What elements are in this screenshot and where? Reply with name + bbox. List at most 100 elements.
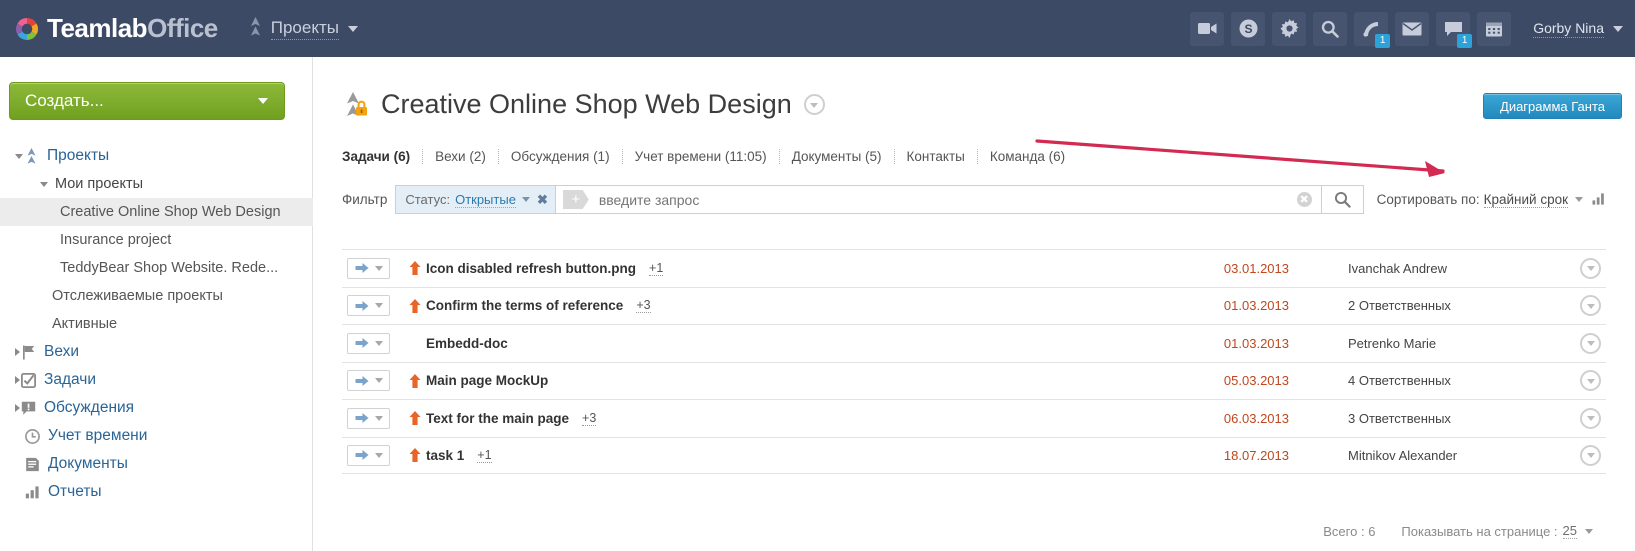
task-actions-button[interactable] (1580, 370, 1601, 392)
triangle-down-icon[interactable] (15, 153, 23, 159)
tab-milestones[interactable]: Вехи (2) (423, 149, 498, 164)
arrow-right-icon (355, 450, 368, 461)
user-name: Gorby Nina (1533, 19, 1604, 38)
projects-icon (23, 148, 40, 164)
sidebar-item-reports[interactable]: Отчеты (0, 478, 313, 506)
chevron-down-icon[interactable] (1585, 528, 1593, 534)
chevron-down-icon[interactable] (1575, 197, 1583, 202)
task-subtask-count[interactable]: +1 (477, 448, 492, 463)
task-subtask-count[interactable]: +1 (649, 261, 664, 276)
chevron-down-icon[interactable] (374, 415, 383, 421)
task-due-date: 06.03.2013 (1223, 410, 1289, 426)
sidebar-item-projects[interactable]: Проекты (0, 142, 313, 170)
tab-team[interactable]: Команда (6) (978, 149, 1077, 164)
gear-icon[interactable] (1272, 11, 1307, 46)
chevron-down-icon[interactable] (521, 197, 530, 202)
task-status-button[interactable] (347, 370, 390, 392)
task-title[interactable]: Embedd-doc (426, 336, 508, 351)
sidebar-item-teddybear-shop[interactable]: TeddyBear Shop Website. Rede... (0, 254, 313, 282)
money-icon[interactable]: S (1231, 11, 1266, 46)
triangle-down-icon[interactable] (40, 181, 48, 187)
task-subtask-count[interactable]: +3 (582, 411, 597, 426)
tab-time-tracking[interactable]: Учет времени (11:05) (623, 149, 779, 164)
chat-icon[interactable]: 1 (1436, 11, 1473, 48)
table-row[interactable]: Embedd-doc 01.03.2013 Petrenko Marie (342, 324, 1606, 362)
sort-order-icon[interactable] (1592, 192, 1606, 208)
chevron-down-icon[interactable] (374, 303, 383, 309)
flag-icon (20, 345, 37, 360)
header-icon-group: S 1 1 Gorby Nina (1183, 11, 1623, 48)
chevron-down-icon[interactable] (374, 265, 383, 271)
feed-badge: 1 (1375, 33, 1391, 48)
task-title[interactable]: Main page MockUp (426, 373, 548, 388)
sidebar-item-milestones[interactable]: Вехи (0, 338, 313, 366)
filter-label: Фильтр (342, 192, 388, 207)
sort-value[interactable]: Крайний срок (1483, 192, 1568, 208)
search-input[interactable] (588, 191, 1297, 208)
chevron-down-icon[interactable] (374, 340, 383, 346)
search-button[interactable] (1320, 186, 1363, 213)
task-actions-button[interactable] (1580, 407, 1601, 429)
task-status-button[interactable] (347, 444, 390, 466)
user-menu[interactable]: Gorby Nina (1533, 20, 1623, 38)
task-status-button[interactable] (347, 407, 390, 429)
tab-tasks[interactable]: Задачи (6) (342, 149, 422, 164)
mail-icon[interactable] (1395, 11, 1430, 46)
chevron-down-icon[interactable] (374, 378, 383, 384)
sidebar-item-active[interactable]: Активные (0, 310, 313, 338)
filter-chip-value[interactable]: Открытые (455, 192, 516, 208)
feed-icon[interactable]: 1 (1354, 11, 1391, 48)
tab-contacts[interactable]: Контакты (895, 149, 977, 164)
sort-control[interactable]: Сортировать по: Крайний срок (1377, 192, 1606, 208)
filter-chip-status[interactable]: Статус: Открытые ✖ (396, 186, 556, 213)
task-status-button[interactable] (347, 257, 390, 279)
sidebar-item-documents[interactable]: Документы (0, 450, 313, 478)
logo-primary: Teamlab (47, 13, 148, 43)
chevron-down-icon (1586, 416, 1595, 422)
task-title[interactable]: task 1 (426, 448, 464, 463)
create-button[interactable]: Создать... (9, 82, 285, 120)
tab-discussions[interactable]: Обсуждения (1) (499, 149, 622, 164)
tab-documents[interactable]: Документы (5) (780, 149, 894, 164)
gantt-chart-button-label: Диаграмма Ганта (1500, 98, 1605, 114)
sidebar-item-tasks[interactable]: Задачи (0, 366, 313, 394)
clear-icon[interactable]: ✖ (1296, 192, 1312, 207)
table-row[interactable]: Text for the main page +3 06.03.2013 3 О… (342, 399, 1606, 437)
module-switcher[interactable]: Проекты (248, 16, 358, 41)
search-icon[interactable] (1313, 11, 1348, 46)
task-actions-button[interactable] (1580, 257, 1601, 279)
chevron-down-icon[interactable] (374, 452, 383, 458)
table-row[interactable]: Icon disabled refresh button.png +1 03.0… (342, 249, 1606, 287)
task-actions-button[interactable] (1580, 444, 1601, 466)
arrow-right-icon (355, 300, 368, 311)
video-icon[interactable] (1190, 11, 1225, 46)
sidebar-item-creative-online-shop[interactable]: Creative Online Shop Web Design (0, 198, 313, 226)
task-status-button[interactable] (347, 332, 390, 354)
table-row[interactable]: Confirm the terms of reference +3 01.03.… (342, 286, 1606, 325)
sidebar-item-discussions[interactable]: Обсуждения (0, 394, 313, 422)
sidebar-item-followed-projects[interactable]: Отслеживаемые проекты (0, 282, 313, 310)
table-row[interactable]: task 1 +1 18.07.2013 Mitnikov Alexander (342, 436, 1606, 474)
top-header: TeamlabOffice Проекты S 1 1 Gorby Nina (0, 0, 1635, 57)
table-row[interactable]: Main page MockUp 05.03.2013 4 Ответствен… (342, 361, 1606, 400)
task-status-button[interactable] (347, 295, 390, 317)
gantt-chart-button[interactable]: Диаграмма Ганта (1483, 93, 1622, 119)
logo[interactable]: TeamlabOffice (14, 13, 218, 44)
sidebar-item-insurance-project[interactable]: Insurance project (0, 226, 313, 254)
projects-icon (248, 16, 263, 41)
task-subtask-count[interactable]: +3 (636, 298, 651, 314)
task-title[interactable]: Icon disabled refresh button.png (426, 261, 636, 276)
priority-high-icon (404, 411, 426, 426)
close-icon[interactable]: ✖ (537, 192, 548, 208)
task-actions-button[interactable] (1580, 332, 1601, 354)
sidebar-item-my-projects[interactable]: Мои проекты (0, 170, 313, 198)
per-page-value[interactable]: 25 (1562, 523, 1577, 539)
task-actions-button[interactable] (1580, 295, 1601, 317)
project-actions-button[interactable] (803, 94, 825, 115)
chevron-down-icon (1586, 453, 1595, 459)
task-title[interactable]: Text for the main page (426, 411, 569, 426)
sidebar-item-time-tracking[interactable]: Учет времени (0, 422, 313, 450)
task-title[interactable]: Confirm the terms of reference (426, 298, 623, 313)
calendar-icon[interactable] (1477, 11, 1512, 46)
add-filter-button[interactable]: + (562, 190, 589, 209)
